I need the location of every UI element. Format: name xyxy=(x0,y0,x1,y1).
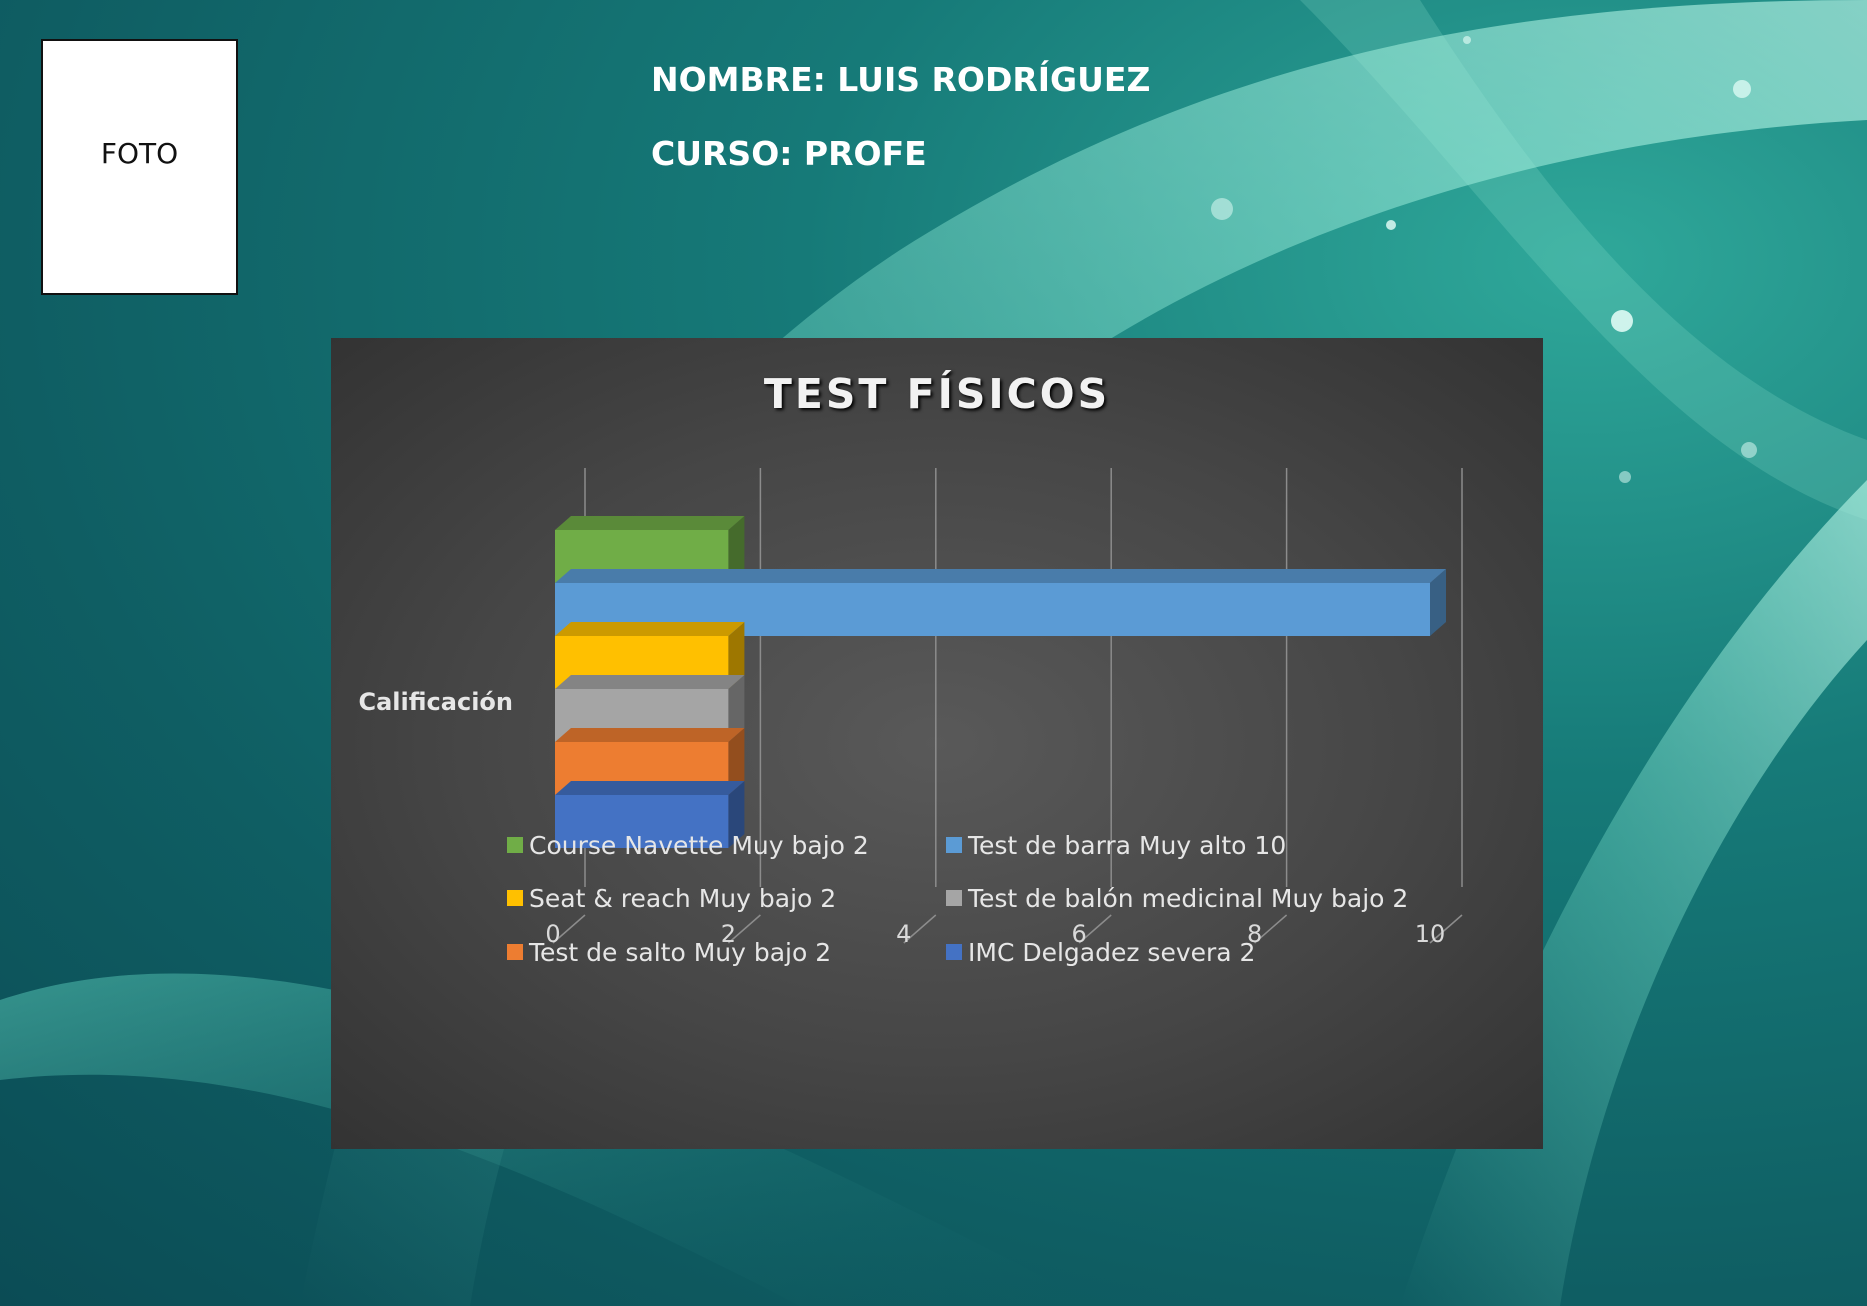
legend-item: Test de balón medicinal Muy bajo 2 xyxy=(946,881,1408,915)
legend-swatch xyxy=(946,890,962,906)
bar-top xyxy=(555,622,745,636)
photo-label: FOTO xyxy=(100,137,179,170)
legend-label: Seat & reach Muy bajo 2 xyxy=(529,883,837,913)
category-label: Calificación xyxy=(359,688,514,716)
bar-top xyxy=(555,675,745,689)
legend-label: Course Navette Muy bajo 2 xyxy=(529,830,869,860)
legend-item: Test de barra Muy alto 10 xyxy=(946,828,1286,862)
student-name: NOMBRE: LUIS RODRÍGUEZ xyxy=(651,60,1151,99)
legend-swatch xyxy=(507,944,523,960)
legend-item: Test de salto Muy bajo 2 xyxy=(507,935,831,969)
legend-swatch xyxy=(507,837,523,853)
x-tick-label: 10 xyxy=(1415,920,1446,948)
legend-item: IMC Delgadez severa 2 xyxy=(946,935,1255,969)
bar-top xyxy=(555,781,745,795)
bar-top xyxy=(555,516,745,530)
legend-swatch xyxy=(946,837,962,853)
legend-swatch xyxy=(507,890,523,906)
legend-item: Seat & reach Muy bajo 2 xyxy=(507,881,836,915)
legend-item: Course Navette Muy bajo 2 xyxy=(507,828,869,862)
chart-panel: TEST FÍSICOS 0 2 4 6 8 10 Calificación Course … xyxy=(331,338,1543,1149)
legend-label: Test de barra Muy alto 10 xyxy=(968,830,1287,860)
bar-top xyxy=(555,569,1446,583)
legend-label: Test de salto Muy bajo 2 xyxy=(529,937,832,967)
legend-label: Test de balón medicinal Muy bajo 2 xyxy=(968,883,1409,913)
student-course: CURSO: PROFE xyxy=(651,134,927,173)
legend-swatch xyxy=(946,944,962,960)
legend-label: IMC Delgadez severa 2 xyxy=(968,937,1256,967)
bar-top xyxy=(555,728,745,742)
photo-placeholder: FOTO xyxy=(41,39,238,295)
bar-chart: 0 2 4 6 8 10Calificación xyxy=(359,468,1463,948)
x-tick-label: 4 xyxy=(896,920,911,948)
